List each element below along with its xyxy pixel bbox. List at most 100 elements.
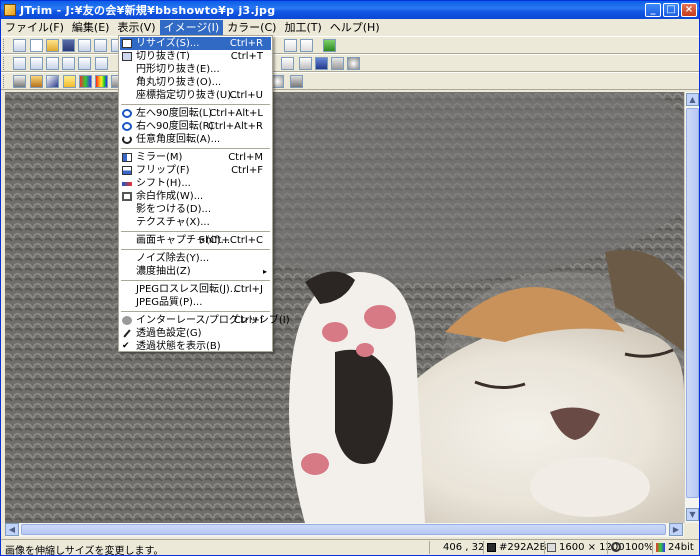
menu-item-shift[interactable]: シフト(H)... [120,177,271,190]
menu-item-texture[interactable]: テクスチャ(X)... [120,216,271,229]
flip-tool-icon[interactable] [46,57,59,70]
status-divider [607,541,608,554]
menu-item-flip[interactable]: フリップ(F) Ctrl+F [120,164,271,177]
new-file-icon[interactable] [30,39,43,52]
image-canvas[interactable] [5,92,684,523]
vertical-scroll-thumb[interactable] [686,108,699,498]
horizontal-scrollbar[interactable]: ◀ ▶ [5,523,684,537]
minimize-button[interactable]: _ [645,3,661,17]
scroll-down-icon[interactable]: ▼ [686,508,699,521]
menu-item-resize[interactable]: リサイズ(S)... Ctrl+R [120,37,271,50]
gradient-icon[interactable] [13,75,26,88]
menu-edit[interactable]: 編集(E) [68,20,114,36]
scroll-right-icon[interactable]: ▶ [669,523,683,536]
menu-help[interactable]: ヘルプ(H) [326,20,384,36]
hue-icon[interactable] [95,75,108,88]
tile-icon[interactable] [300,39,313,52]
mirror-tool-icon[interactable] [62,57,75,70]
menu-item-circle-crop[interactable]: 円形切り抜き(E)... [120,63,271,76]
eyedropper-tool-icon[interactable] [290,75,303,88]
maximize-button[interactable]: □ [663,3,679,17]
color-swatch-icon [487,543,496,552]
rotate-right-icon [122,122,132,131]
grid-icon[interactable] [284,39,297,52]
menu-item-crop[interactable]: 切り抜き(T) Ctrl+T [120,50,271,63]
sepia-icon[interactable] [30,75,43,88]
line-tool-icon[interactable] [331,57,344,70]
image-size-icon [547,543,556,552]
contrast-icon[interactable] [46,75,59,88]
toolbar-grip[interactable] [3,75,6,88]
print-icon[interactable] [78,39,91,52]
pen-tool-icon[interactable] [315,57,328,70]
print-preview-icon[interactable] [94,39,107,52]
checkmark-icon: ✔ [122,341,130,351]
menu-separator [121,231,270,232]
open-folder-icon[interactable] [46,39,59,52]
status-color: #292A2B [499,542,547,553]
menu-item-margin[interactable]: 余白作成(W)... [120,190,271,203]
scroll-up-icon[interactable]: ▲ [686,93,699,106]
menu-bar: ファイル(F) 編集(E) 表示(V) イメージ(I) カラー(C) 加工(T)… [1,19,699,36]
menu-item-rotate-right[interactable]: 右へ90度回転(R) Ctrl+Alt+R [120,120,271,133]
menu-item-density-extract[interactable]: 濃度抽出(Z) ▸ [120,265,271,278]
cat-photo [5,92,684,523]
brush-tool-icon[interactable] [299,57,312,70]
menu-item-show-transparency[interactable]: ✔ 透過状態を表示(B) [120,340,271,353]
menu-item-rotate-any[interactable]: 任意角度回転(A)... [120,133,271,146]
menu-item-interlace[interactable]: インターレース/プログレッシブ(I) Ctrl+I [120,314,290,327]
menu-separator [121,148,270,149]
menu-item-round-crop[interactable]: 角丸切り抜き(O)... [120,76,271,89]
close-button[interactable]: × [681,3,697,17]
eyedropper-icon [123,329,131,338]
shift-tool-icon[interactable] [78,57,91,70]
menu-item-shadow[interactable]: 影をつける(D)... [120,203,271,216]
toolbar-color [1,72,699,90]
vertical-scrollbar[interactable]: ▲ ▼ [684,92,699,523]
menu-item-transparent-color[interactable]: 透過色設定(G) [120,327,271,340]
status-message: 画像を伸縮しサイズを変更します。 [5,546,164,556]
scroll-left-icon[interactable]: ◀ [5,523,19,536]
shift-icon [122,182,132,186]
palette-dropdown-icon[interactable] [323,39,336,52]
app-window: JTrim - J:¥友の会¥新規¥bbshowto¥p j3.jpg _ □ … [0,0,700,556]
status-depth: 24bit [668,542,694,553]
crop-icon [122,52,132,61]
menu-file[interactable]: ファイル(F) [1,20,68,36]
mirror-icon [122,153,132,162]
status-divider [429,541,430,554]
menu-view[interactable]: 表示(V) [113,20,159,36]
margin-icon [122,192,132,201]
fill-tool-icon[interactable] [281,57,294,70]
frame-tool-icon[interactable] [95,57,108,70]
rotate-any-icon [122,135,132,144]
status-zoom: 100% [625,542,654,553]
image-menu-dropdown: リサイズ(S)... Ctrl+R 切り抜き(T) Ctrl+T 円形切り抜き(… [118,35,290,353]
menu-separator [121,249,270,250]
toolbar-grip[interactable] [3,57,6,70]
menu-item-jpeg-quality[interactable]: JPEG品質(P)... [120,296,271,309]
zoom-icon [611,542,621,552]
menu-image[interactable]: イメージ(I) [159,19,224,36]
crop-tool-icon[interactable] [13,57,26,70]
new-window-icon[interactable] [13,39,26,52]
menu-process[interactable]: 加工(T) [280,20,325,36]
menu-item-jpeg-lossless-rotate[interactable]: JPEGロスレス回転(J)... Ctrl+J [120,283,271,296]
status-divider [544,541,545,554]
menu-item-rotate-left[interactable]: 左へ90度回転(L) Ctrl+Alt+L [120,107,271,120]
title-bar[interactable]: JTrim - J:¥友の会¥新規¥bbshowto¥p j3.jpg _ □ … [1,1,699,19]
menu-item-mirror[interactable]: ミラー(M) Ctrl+M [120,151,271,164]
menu-item-screen-capture[interactable]: 画面キャプチャ(C)... Shift+Ctrl+C [120,234,271,247]
toolbar-grip[interactable] [3,39,6,52]
rgb-icon[interactable] [79,75,92,88]
spiral-tool-icon[interactable] [347,57,360,70]
menu-color[interactable]: カラー(C) [223,20,280,36]
brightness-icon[interactable] [63,75,76,88]
menu-item-coord-crop[interactable]: 座標指定切り抜き(U)... Ctrl+U [120,89,271,102]
toolbar-main [1,36,699,54]
resize-tool-icon[interactable] [30,57,43,70]
window-title: JTrim - J:¥友の会¥新規¥bbshowto¥p j3.jpg [20,4,276,17]
save-icon[interactable] [62,39,75,52]
horizontal-scroll-thumb[interactable] [21,524,666,535]
menu-item-denoise[interactable]: ノイズ除去(Y)... [120,252,271,265]
